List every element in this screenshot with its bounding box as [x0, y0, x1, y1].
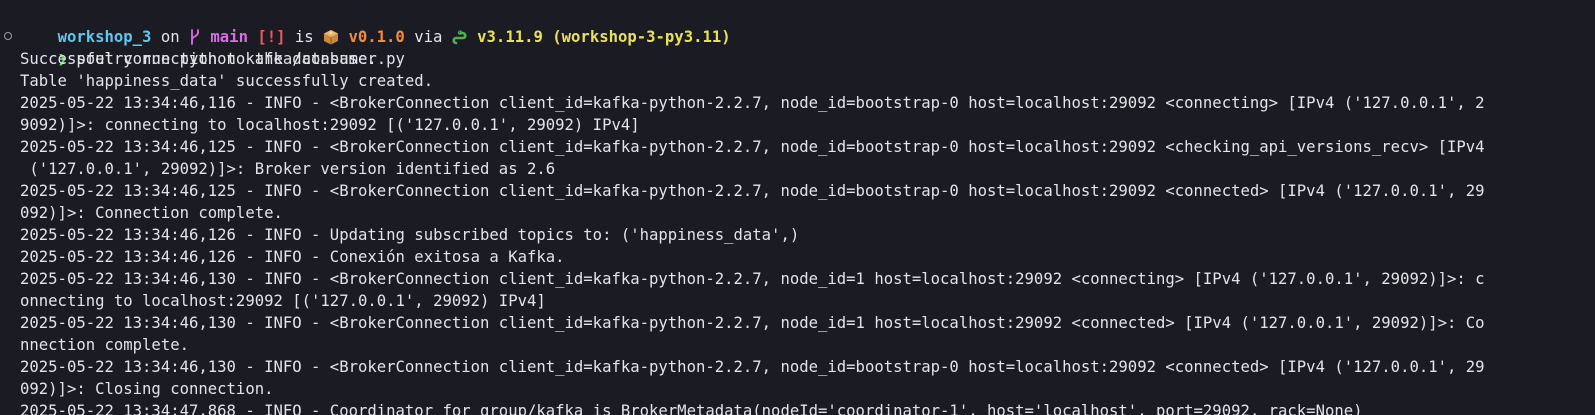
output-line: 2025-05-22 13:34:46,116 - INFO - <Broker…: [20, 94, 1485, 112]
command-gutter-marker-icon: [4, 32, 12, 40]
output-line: 2025-05-22 13:34:46,126 - INFO - Updatin…: [20, 226, 800, 244]
output-line: onnecting to localhost:29092 [('127.0.0.…: [20, 292, 546, 310]
prompt-info-line: workshop_3 on main [!] is v0.1.0 via v3.…: [20, 4, 731, 46]
python-snake-icon: [452, 26, 468, 48]
via-text: via: [404, 28, 452, 46]
command-line[interactable]: ❯ poetry run python kafka/consumer.py: [20, 26, 405, 68]
output-line: ('127.0.0.1', 29092)]>: Broker version i…: [20, 160, 556, 178]
output-line: 9092)]>: connecting to localhost:29092 […: [20, 116, 640, 134]
output-line: 2025-05-22 13:34:46,130 - INFO - <Broker…: [20, 314, 1485, 332]
output-line: 2025-05-22 13:34:47,868 - INFO - Coordin…: [20, 402, 1363, 415]
output-line: 2025-05-22 13:34:46,125 - INFO - <Broker…: [20, 138, 1485, 156]
output-line: Table 'happiness_data' successfully crea…: [20, 72, 434, 90]
output-line: 2025-05-22 13:34:46,125 - INFO - <Broker…: [20, 182, 1485, 200]
output-line: 2025-05-22 13:34:46,130 - INFO - <Broker…: [20, 270, 1485, 288]
output-line: 092)]>: Connection complete.: [20, 204, 283, 222]
output-line: 092)]>: Closing connection.: [20, 380, 274, 398]
output-line: 2025-05-22 13:34:46,130 - INFO - <Broker…: [20, 358, 1485, 376]
terminal-window[interactable]: workshop_3 on main [!] is v0.1.0 via v3.…: [0, 0, 1595, 415]
output-line: Successful connection to the database.: [20, 50, 377, 68]
output-line: nnection complete.: [20, 336, 189, 354]
python-version: v3.11.9 (workshop-3-py3.11): [467, 28, 731, 46]
output-line: 2025-05-22 13:34:46,126 - INFO - Conexió…: [20, 248, 565, 266]
